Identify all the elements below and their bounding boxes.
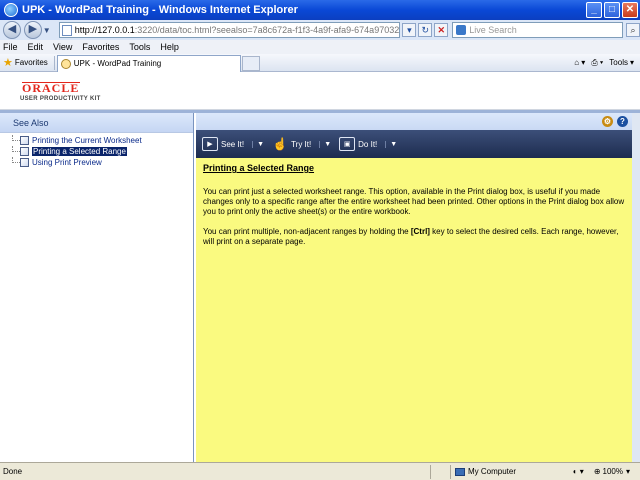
oracle-logo: ORACLE: [22, 81, 80, 95]
address-toolbar: ◀ ▶ ▼ http://127.0.0.1:3220/data/toc.htm…: [0, 20, 640, 40]
window-titlebar: UPK - WordPad Training - Windows Interne…: [0, 0, 640, 20]
address-path: :3220/data/toc.html?seealso=7a8c672a-f1f…: [134, 25, 400, 35]
topic-content: Printing a Selected Range You can print …: [196, 158, 632, 462]
back-button[interactable]: ◀: [3, 21, 21, 39]
preferences-icon[interactable]: ⚙: [602, 116, 613, 127]
see-also-heading: See Also: [0, 113, 193, 133]
ie-icon: [4, 3, 18, 17]
tree-item[interactable]: Using Print Preview: [0, 157, 193, 168]
home-icon[interactable]: ⌂ ▾: [574, 58, 585, 67]
new-tab-button[interactable]: [241, 56, 260, 71]
topic-title: Printing a Selected Range: [203, 163, 315, 173]
favorites-button[interactable]: Favorites: [15, 58, 48, 67]
zoom-dropdown-icon[interactable]: ▾: [626, 467, 630, 476]
do-it-label: Do It!: [358, 139, 378, 149]
address-input[interactable]: http://127.0.0.1:3220/data/toc.html?seea…: [58, 22, 401, 38]
page-icon: [61, 24, 72, 36]
divider: [53, 55, 55, 70]
mode-toolbar: ▶ See It! ▼ ☝ Try It! ▼ ▣ Do It! ▼: [196, 130, 632, 158]
command-bar: ⌂ ▾ ⎙ ▾ Tools ▾: [568, 58, 640, 68]
do-it-dropdown-icon[interactable]: ▼: [385, 140, 401, 148]
tree-item[interactable]: Printing the Current Worksheet: [0, 135, 193, 146]
tree-item-label: Printing a Selected Range: [32, 147, 127, 156]
menu-bar: File Edit View Favorites Tools Help: [0, 40, 640, 54]
zoom-control[interactable]: ◐ ▾ ⊕ 100% ▾: [573, 467, 640, 476]
tab-title: UPK - WordPad Training: [73, 59, 162, 68]
tree-item-selected[interactable]: Printing a Selected Range: [0, 146, 193, 157]
tree-item-label: Using Print Preview: [32, 158, 102, 167]
window-edge: [632, 113, 640, 462]
see-it-dropdown-icon[interactable]: ▼: [252, 140, 268, 148]
hand-pointer-icon: ☝: [272, 137, 288, 151]
menu-edit[interactable]: Edit: [28, 42, 44, 52]
do-it-icon: ▣: [339, 137, 356, 151]
do-it-button[interactable]: ▣ Do It! ▼: [339, 133, 401, 155]
refresh-icon[interactable]: ↻: [418, 23, 433, 37]
topic-paragraph: You can print just a selected worksheet …: [203, 187, 625, 216]
status-text: Done: [3, 467, 23, 476]
stop-icon[interactable]: ✕: [434, 23, 449, 37]
search-go-icon[interactable]: ⌕: [626, 23, 640, 37]
brand-header: ORACLE USER PRODUCTIVITY KIT: [0, 72, 640, 110]
document-icon: [20, 147, 29, 156]
menu-help[interactable]: Help: [160, 42, 179, 52]
live-search-icon: [456, 25, 467, 35]
see-it-label: See It!: [221, 139, 245, 149]
see-it-button[interactable]: ▶ See It! ▼: [202, 133, 268, 155]
computer-icon: [455, 467, 465, 476]
history-dropdown-icon[interactable]: ▼: [43, 26, 53, 35]
help-icon[interactable]: ?: [617, 116, 628, 127]
status-bar: Done My Computer ◐ ▾ ⊕ 100% ▾: [0, 462, 640, 480]
paragraph-text: You can print multiple, non-adjacent ran…: [203, 227, 411, 236]
menu-view[interactable]: View: [53, 42, 72, 52]
help-strip: ⚙ ?: [196, 113, 632, 130]
window-title: UPK - WordPad Training - Windows Interne…: [22, 4, 298, 16]
tools-dropdown-icon[interactable]: ▾: [630, 58, 634, 67]
zoom-icon: ⊕: [593, 467, 601, 476]
topic-panel: ⚙ ? ▶ See It! ▼ ☝ Try It! ▼ ▣ Do It! ▼ P…: [196, 113, 632, 462]
close-button[interactable]: ✕: [622, 2, 638, 18]
zoom-level: 100%: [602, 467, 623, 476]
tree-connector: [12, 146, 20, 152]
play-icon: ▶: [202, 137, 218, 151]
see-also-tree: Printing the Current Worksheet Printing …: [0, 133, 193, 168]
see-also-panel: See Also Printing the Current Worksheet …: [0, 113, 194, 462]
try-it-label: Try It!: [291, 139, 312, 149]
tree-connector: [12, 157, 20, 163]
address-host: http://127.0.0.1: [74, 25, 135, 35]
minimize-button[interactable]: _: [586, 2, 602, 18]
tree-connector: [12, 135, 20, 141]
tools-button[interactable]: Tools: [609, 58, 628, 67]
menu-tools[interactable]: Tools: [129, 42, 150, 52]
key-label: [Ctrl]: [410, 227, 430, 236]
favorites-star-icon[interactable]: ★: [3, 56, 13, 69]
search-input[interactable]: Live Search: [452, 22, 624, 38]
tree-item-label: Printing the Current Worksheet: [32, 136, 142, 145]
print-icon[interactable]: ⎙ ▾: [591, 58, 603, 68]
status-segment: [430, 464, 450, 479]
maximize-button[interactable]: □: [604, 2, 620, 18]
favorites-bar: ★ Favorites UPK - WordPad Training ⌂ ▾ ⎙…: [0, 54, 640, 72]
menu-file[interactable]: File: [3, 42, 18, 52]
protected-mode-icon: ◐ ▾: [572, 467, 584, 476]
security-zone[interactable]: My Computer: [450, 464, 550, 479]
try-it-button[interactable]: ☝ Try It! ▼: [272, 133, 335, 155]
menu-favorites[interactable]: Favorites: [82, 42, 119, 52]
tab-page-icon: [60, 58, 71, 69]
document-icon: [20, 158, 29, 167]
search-placeholder: Live Search: [469, 25, 517, 35]
brand-subtitle: USER PRODUCTIVITY KIT: [20, 96, 101, 102]
address-dropdown-icon[interactable]: ▾: [402, 23, 417, 37]
forward-button[interactable]: ▶: [23, 21, 42, 39]
topic-paragraph: You can print multiple, non-adjacent ran…: [203, 227, 625, 247]
zone-label: My Computer: [468, 467, 517, 476]
try-it-dropdown-icon[interactable]: ▼: [319, 140, 335, 148]
browser-tab[interactable]: UPK - WordPad Training: [56, 54, 241, 72]
document-icon: [20, 136, 29, 145]
